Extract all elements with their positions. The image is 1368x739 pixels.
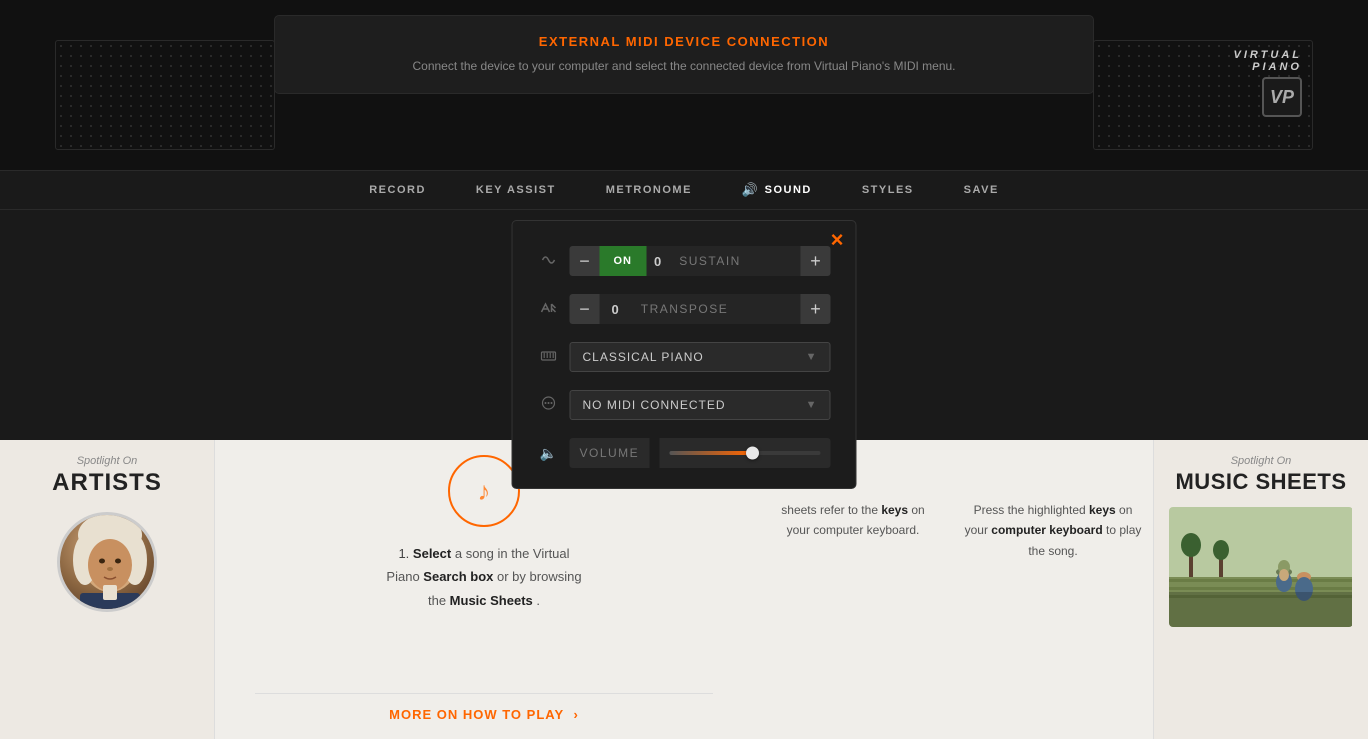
more-link-container: MORE ON HOW TO PLAY › [255, 693, 713, 724]
more-link[interactable]: MORE ON HOW TO PLAY › [389, 707, 579, 722]
midi-banner-title: EXTERNAL MIDI DEVICE CONNECTION [305, 34, 1063, 49]
speaker-icon: 🔊 [742, 182, 760, 198]
transpose-plus[interactable]: + [801, 294, 831, 324]
left-decoration [55, 40, 275, 150]
sustain-icon [538, 252, 560, 271]
sustain-value: 0 [646, 246, 669, 276]
volume-label: VOLUME [570, 438, 650, 468]
dropdown-arrow-instrument: ▼ [806, 351, 818, 363]
step3-area: Press the highlighted keys on your compu… [953, 440, 1153, 739]
midi-row: NO MIDI CONNECTED ▼ [538, 390, 831, 420]
vp-logo: VIRTUAL PIANO VP [1234, 49, 1302, 117]
header: EXTERNAL MIDI DEVICE CONNECTION Connect … [0, 0, 1368, 170]
instrument-dropdown[interactable]: CLASSICAL PIANO ▼ [570, 342, 831, 372]
sustain-control: − ON 0 SUSTAIN + [570, 246, 831, 276]
spotlight-artists-title: ARTISTS [15, 469, 199, 497]
music-sheet-thumbnail[interactable] [1169, 507, 1353, 627]
spotlight-music-title: MUSIC SHEETS [1169, 469, 1353, 495]
volume-track [669, 451, 820, 455]
vp-logo-area: VIRTUAL PIANO VP [1093, 40, 1313, 150]
music-note-icon: ♪ [478, 476, 491, 507]
nav-sound[interactable]: 🔊 SOUND [742, 182, 812, 198]
transpose-value: 0 [600, 294, 631, 324]
instrument-value: CLASSICAL PIANO [583, 350, 704, 364]
volume-fill [669, 451, 752, 455]
step1-text: 1. Select a song in the Virtual Piano Se… [384, 542, 584, 612]
midi-dropdown[interactable]: NO MIDI CONNECTED ▼ [570, 390, 831, 420]
sustain-on[interactable]: ON [600, 246, 647, 276]
sustain-row: − ON 0 SUSTAIN + [538, 246, 831, 276]
sustain-plus[interactable]: + [801, 246, 831, 276]
spotlight-music-panel: Spotlight On MUSIC SHEETS [1153, 440, 1368, 739]
spotlight-artists-panel: Spotlight On ARTISTS [0, 440, 215, 739]
sustain-label: SUSTAIN [669, 246, 800, 276]
spotlight-music-label: Spotlight On [1169, 455, 1353, 467]
nav-bar: RECORD KEY ASSIST METRONOME 🔊 SOUND STYL… [0, 170, 1368, 210]
step1-select: Select [413, 546, 451, 561]
sound-panel: × − ON 0 SUSTAIN + − [512, 220, 857, 489]
volume-row: 🔈 VOLUME [538, 438, 831, 468]
nav-styles[interactable]: STYLES [862, 184, 914, 196]
midi-banner: EXTERNAL MIDI DEVICE CONNECTION Connect … [274, 15, 1094, 94]
dropdown-arrow-midi: ▼ [806, 399, 818, 411]
volume-thumb[interactable] [746, 447, 759, 460]
sustain-minus[interactable]: − [570, 246, 600, 276]
volume-slider-container[interactable] [659, 438, 830, 468]
midi-value: NO MIDI CONNECTED [583, 398, 726, 412]
nav-metronome[interactable]: METRONOME [606, 184, 692, 196]
transpose-control: − 0 TRANSPOSE + [570, 294, 831, 324]
spotlight-artists-label: Spotlight On [15, 455, 199, 467]
nav-key-assist[interactable]: KEY ASSIST [476, 184, 556, 196]
nav-record[interactable]: RECORD [369, 184, 426, 196]
arrow-icon: › [574, 707, 579, 722]
transpose-label: TRANSPOSE [631, 294, 801, 324]
transpose-icon [538, 300, 560, 319]
transpose-minus[interactable]: − [570, 294, 600, 324]
nav-save[interactable]: SAVE [964, 184, 999, 196]
instrument-row: CLASSICAL PIANO ▼ [538, 342, 831, 372]
step1-searchbox: Search box [423, 569, 493, 584]
midi-banner-description: Connect the device to your computer and … [305, 57, 1063, 75]
instrument-icon [538, 347, 560, 368]
transpose-row: − 0 TRANSPOSE + [538, 294, 831, 324]
step1-musicsheets: Music Sheets [450, 593, 533, 608]
artist-avatar[interactable] [57, 512, 157, 612]
step1-period: . [536, 593, 540, 608]
close-button[interactable]: × [831, 229, 844, 251]
volume-icon: 🔈 [538, 445, 560, 462]
step-number: 1. [398, 546, 412, 561]
midi-icon [538, 395, 560, 416]
music-note-circle: ♪ [448, 455, 520, 527]
